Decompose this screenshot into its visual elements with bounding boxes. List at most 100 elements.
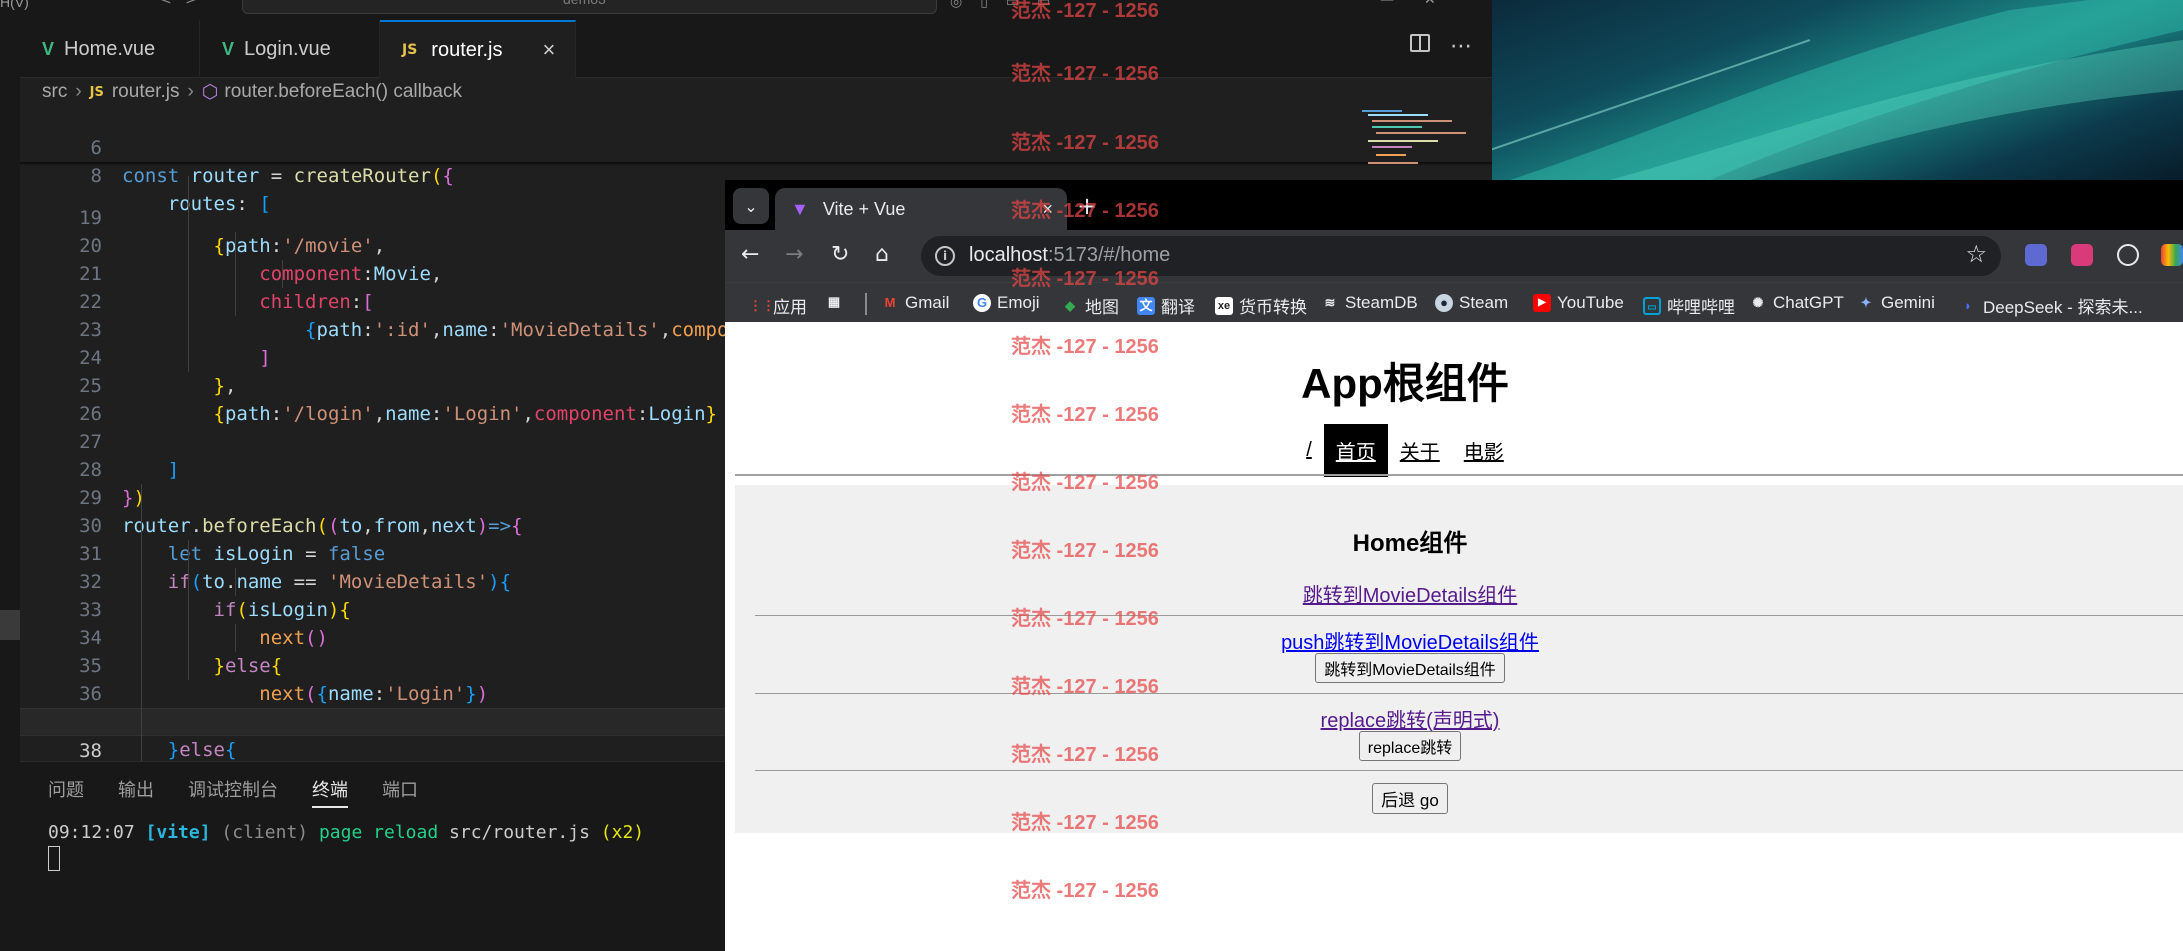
panel-tab-problems[interactable]: 问题 <box>48 776 84 808</box>
bookmark-chatgpt[interactable]: ✺ ChatGPT <box>1749 293 1844 313</box>
aurora-graphic <box>1490 0 2183 180</box>
tab-label: Home.vue <box>64 37 156 60</box>
bookmark-label: DeepSeek - 探索未... <box>1983 298 2143 317</box>
command-center[interactable]: demo3 <box>242 0 937 14</box>
panel-tab-output[interactable]: 输出 <box>118 776 154 808</box>
breadcrumb-symbol[interactable]: router.beforeEach() callback <box>224 81 462 103</box>
more-actions-icon[interactable]: ⋯ <box>1450 34 1472 59</box>
gmail-icon: M <box>884 295 896 310</box>
tab-groups-icon: ▦ <box>827 294 841 309</box>
bookmark-maps[interactable]: ◆ 地图 <box>1061 293 1119 318</box>
app-title: App根组件 <box>1301 360 1509 407</box>
extension-translate-icon[interactable] <box>2071 244 2093 266</box>
page-viewport: App根组件 / 首页 关于 电影 Home组件 跳转到MovieDetails… <box>725 322 2183 951</box>
vue-icon: V <box>222 38 235 59</box>
watermark-text: 范杰 -127 - 1256 <box>1011 744 1159 766</box>
bookmark-emoji[interactable]: G Emoji <box>973 293 1040 313</box>
extension-color-icon[interactable] <box>2161 244 2183 266</box>
home-icon[interactable]: ⌂ <box>875 242 889 267</box>
menu-fragment[interactable]: H(V) <box>0 0 29 10</box>
replace-button[interactable]: replace跳转 <box>1358 731 1462 761</box>
window-controls-icon[interactable]: —✕ <box>1380 0 1466 8</box>
bookmark-star-icon[interactable]: ☆ <box>1965 240 1987 268</box>
terminal-file: src/router.js <box>449 822 590 843</box>
nav-link-home[interactable]: 首页 <box>1323 424 1388 477</box>
deepseek-icon: ◗ <box>1964 297 1972 313</box>
app-nav: / 首页 关于 电影 <box>725 424 2085 477</box>
terminal-scope: (client) <box>221 822 309 843</box>
indent-guide <box>235 624 236 652</box>
bookmark-label: ChatGPT <box>1773 293 1844 312</box>
tab-router-js[interactable]: JS router.js × <box>380 20 576 78</box>
breadcrumb-file[interactable]: router.js <box>112 81 180 103</box>
split-editor-icon[interactable] <box>1410 34 1430 52</box>
browser-tab-strip: ⌄ ▼ Vite + Vue × + <box>725 180 2183 230</box>
indent-guide <box>188 176 189 372</box>
bookmark-label: 应用 <box>773 298 807 317</box>
bookmark-translate[interactable]: 文 翻译 <box>1137 293 1195 318</box>
bookmark-tab-groups[interactable]: ▦ <box>825 293 849 311</box>
link-replace-wrap: replace跳转(声明式) <box>735 704 2085 733</box>
jump-movie-details-button[interactable]: 跳转到MovieDetails组件 <box>1315 653 1505 683</box>
js-icon: JS <box>402 42 418 58</box>
watermark-text: 范杰 -127 - 1256 <box>1011 404 1159 426</box>
nav-link-root[interactable]: / <box>1294 427 1324 474</box>
bookmark-gemini[interactable]: ✦ Gemini <box>1857 293 1935 313</box>
tab-home-vue[interactable]: V Home.vue <box>20 20 200 78</box>
bookmark-label: 地图 <box>1085 298 1119 317</box>
bookmark-youtube[interactable]: ▶ YouTube <box>1533 293 1624 313</box>
breadcrumb: src › JS router.js › ⬡ router.beforeEach… <box>20 78 1492 106</box>
nav-link-movie[interactable]: 电影 <box>1452 424 1516 477</box>
forward-arrow-icon[interactable]: → <box>785 242 803 267</box>
bookmark-label: 货币转换 <box>1239 298 1307 317</box>
vue-icon: V <box>42 38 55 59</box>
xe-icon: xe <box>1215 296 1233 315</box>
bookmark-apps[interactable]: ⋮⋮ 应用 <box>749 293 807 318</box>
minimap[interactable] <box>1352 106 1492 186</box>
watermark-text: 范杰 -127 - 1256 <box>1011 608 1159 630</box>
reload-icon[interactable]: ↻ <box>831 242 849 267</box>
tab-search-chevron-icon[interactable]: ⌄ <box>733 188 769 224</box>
watermark-text: 范杰 -127 - 1256 <box>1011 880 1159 902</box>
panel-tab-ports[interactable]: 端口 <box>382 776 418 808</box>
site-info-icon[interactable]: i <box>935 246 955 266</box>
nav-arrows-icon[interactable]: < > <box>160 0 197 8</box>
divider <box>755 693 2183 694</box>
button-wrap: replace跳转 <box>735 731 2085 761</box>
bookmark-label: Gemini <box>1881 293 1935 312</box>
extension-video-icon[interactable] <box>2025 244 2047 266</box>
link-push-movie-details[interactable]: push跳转到MovieDetails组件 <box>1281 632 1539 654</box>
watermark-text: 范杰 -127 - 1256 <box>1011 336 1159 358</box>
bookmark-steam[interactable]: ● Steam <box>1435 293 1508 313</box>
bookmark-gmail[interactable]: M Gmail <box>881 293 950 313</box>
activity-bar-marker <box>0 610 20 640</box>
breadcrumb-folder[interactable]: src <box>42 81 67 103</box>
terminal-output[interactable]: 09:12:07 [vite] (client) page reload src… <box>48 822 644 843</box>
editor-tab-bar: V Home.vue V Login.vue JS router.js × ⋯ <box>20 20 1492 78</box>
tab-label: router.js <box>431 38 503 61</box>
panel-tab-debug-console[interactable]: 调试控制台 <box>188 776 278 808</box>
bookmarks-bar: ⋮⋮ 应用 ▦ M Gmail G Emoji ◆ 地图 文 翻译 xe 货币转… <box>725 282 2183 322</box>
tab-login-vue[interactable]: V Login.vue <box>200 20 380 78</box>
terminal-cursor <box>48 846 60 871</box>
panel-tab-terminal[interactable]: 终端 <box>312 776 348 808</box>
nav-link-about[interactable]: 关于 <box>1388 424 1452 477</box>
extension-bulb-icon[interactable] <box>2117 244 2139 266</box>
link-replace-declarative[interactable]: replace跳转(声明式) <box>1321 710 1500 732</box>
bookmark-label: Emoji <box>997 293 1040 312</box>
apps-grid-icon: ⋮⋮ <box>749 297 775 313</box>
watermark-text: 范杰 -127 - 1256 <box>1011 472 1159 494</box>
activity-bar <box>0 20 20 951</box>
watermark-text: 范杰 -127 - 1256 <box>1011 540 1159 562</box>
back-arrow-icon[interactable]: ← <box>741 242 759 267</box>
bookmark-deepseek[interactable]: ◗ DeepSeek - 探索未... <box>1959 293 2143 318</box>
steam-icon: ● <box>1435 294 1453 312</box>
terminal-tag: [vite] <box>145 822 211 843</box>
back-go-button[interactable]: 后退 go <box>1372 783 1448 814</box>
bookmark-currency[interactable]: xe 货币转换 <box>1215 293 1307 318</box>
link-movie-details[interactable]: 跳转到MovieDetails组件 <box>1303 585 1517 607</box>
bookmark-bilibili[interactable]: ▭ 哔哩哔哩 <box>1643 293 1735 318</box>
bookmark-steamdb[interactable]: ≋ SteamDB <box>1321 293 1418 313</box>
close-tab-icon[interactable]: × <box>542 37 555 63</box>
terminal-time: 09:12:07 <box>48 822 135 843</box>
